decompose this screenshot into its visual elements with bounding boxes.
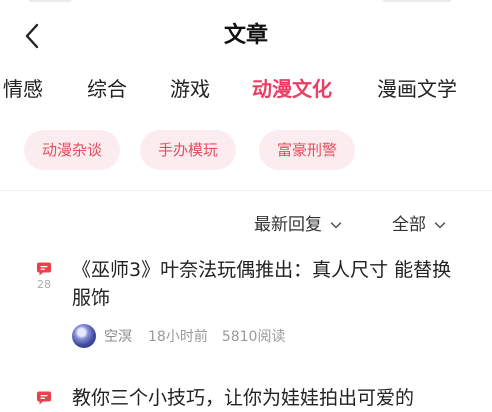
status-left-residue [28,0,72,2]
article-item[interactable]: 教你三个小技巧，让你为娃娃拍出可爱的 [0,384,492,412]
tag-anime-talk[interactable]: 动漫杂谈 [24,130,121,170]
article-title[interactable]: 《巫师3》叶奈法玩偶推出：真人尺寸 能替换服饰 [72,256,464,312]
comment-bubble-icon [37,391,51,405]
status-bar-residue [0,0,492,6]
article-title[interactable]: 教你三个小技巧，让你为娃娃拍出可爱的 [72,384,464,412]
author-name[interactable]: 空溟 [104,326,132,346]
tab-emotion[interactable]: 情感 [3,66,43,112]
sort-dropdown[interactable]: 最新回复 [254,210,342,240]
sort-label: 最新回复 [254,215,322,235]
top-bar: 文章 [0,12,492,60]
comment-bubble-icon [37,262,51,276]
chevron-down-icon [330,222,342,229]
status-right-residue [382,0,452,2]
tab-general[interactable]: 综合 [87,66,127,112]
chevron-down-icon [434,222,446,229]
read-count: 5810阅读 [221,329,286,345]
article-meta: 空溟 18小时前 5810阅读 [72,322,285,350]
scope-label: 全部 [392,215,426,235]
tab-comic-literature[interactable]: 漫画文学 [377,66,457,112]
avatar[interactable] [72,324,96,348]
section-divider [0,190,492,191]
tab-games[interactable]: 游戏 [170,66,210,112]
article-item[interactable]: 28 《巫师3》叶奈法玩偶推出：真人尺寸 能替换服饰 空溟 18小时前 5810… [0,256,492,356]
category-tabs: 情感 综合 游戏 动漫文化 漫画文学 [0,66,492,112]
tag-figures-models[interactable]: 手办模玩 [140,130,237,170]
tab-anime-culture[interactable]: 动漫文化 [252,66,332,112]
scope-dropdown[interactable]: 全部 [392,210,446,240]
post-time: 18小时前 [148,329,208,345]
sub-tag-row: 动漫杂谈 手办模玩 富豪刑警 [0,130,492,172]
article-list-screen: 文章 情感 综合 游戏 动漫文化 漫画文学 动漫杂谈 手办模玩 富豪刑警 最新回… [0,0,492,412]
tag-rich-cop[interactable]: 富豪刑警 [259,130,356,170]
page-title: 文章 [223,23,268,48]
reply-count: 28 [37,278,51,291]
